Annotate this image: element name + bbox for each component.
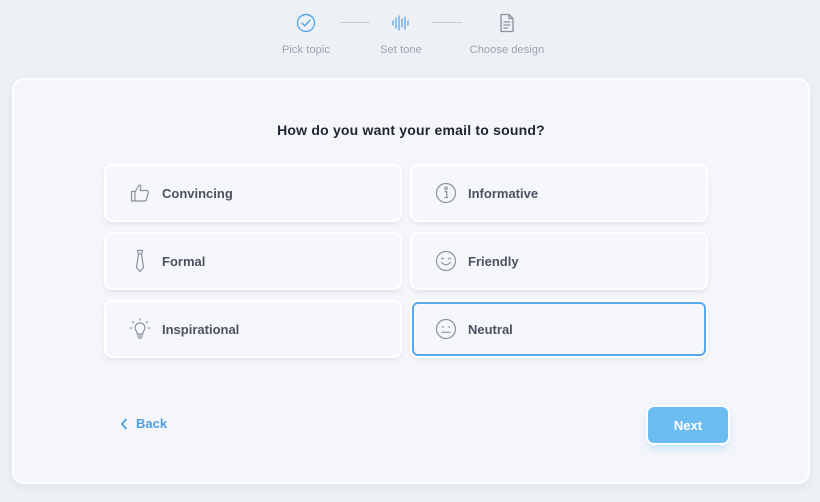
option-neutral[interactable]: Neutral bbox=[412, 302, 706, 356]
step-label: Choose design bbox=[469, 44, 545, 56]
tone-card: How do you want your email to sound? Con… bbox=[14, 80, 808, 482]
option-label: Formal bbox=[162, 253, 206, 269]
smile-icon bbox=[434, 249, 458, 273]
step-set-tone[interactable]: Set tone bbox=[341, 10, 461, 56]
soundwave-icon bbox=[341, 10, 461, 36]
option-convincing[interactable]: Convincing bbox=[106, 166, 400, 220]
next-button[interactable]: Next bbox=[648, 407, 728, 443]
option-label: Convincing bbox=[162, 185, 233, 201]
option-friendly[interactable]: Friendly bbox=[412, 234, 706, 288]
info-icon bbox=[434, 181, 458, 205]
option-label: Friendly bbox=[468, 253, 519, 269]
option-label: Inspirational bbox=[162, 321, 240, 337]
chevron-left-icon bbox=[120, 418, 128, 430]
option-formal[interactable]: Formal bbox=[106, 234, 400, 288]
back-button[interactable]: Back bbox=[120, 416, 167, 431]
option-label: Informative bbox=[468, 185, 539, 201]
document-icon bbox=[447, 10, 567, 36]
step-choose-design[interactable]: Choose design bbox=[447, 10, 567, 56]
thumbs-up-icon bbox=[128, 181, 152, 205]
lightbulb-icon bbox=[128, 317, 152, 341]
neutral-face-icon bbox=[434, 317, 458, 341]
option-informative[interactable]: Informative bbox=[412, 166, 706, 220]
progress-stepper: Pick topic Set tone Choose design bbox=[0, 0, 820, 70]
option-inspirational[interactable]: Inspirational bbox=[106, 302, 400, 356]
step-label: Set tone bbox=[380, 44, 422, 56]
option-label: Neutral bbox=[468, 321, 513, 337]
page-title: How do you want your email to sound? bbox=[277, 122, 545, 138]
tie-icon bbox=[128, 249, 152, 273]
back-label: Back bbox=[136, 416, 168, 431]
